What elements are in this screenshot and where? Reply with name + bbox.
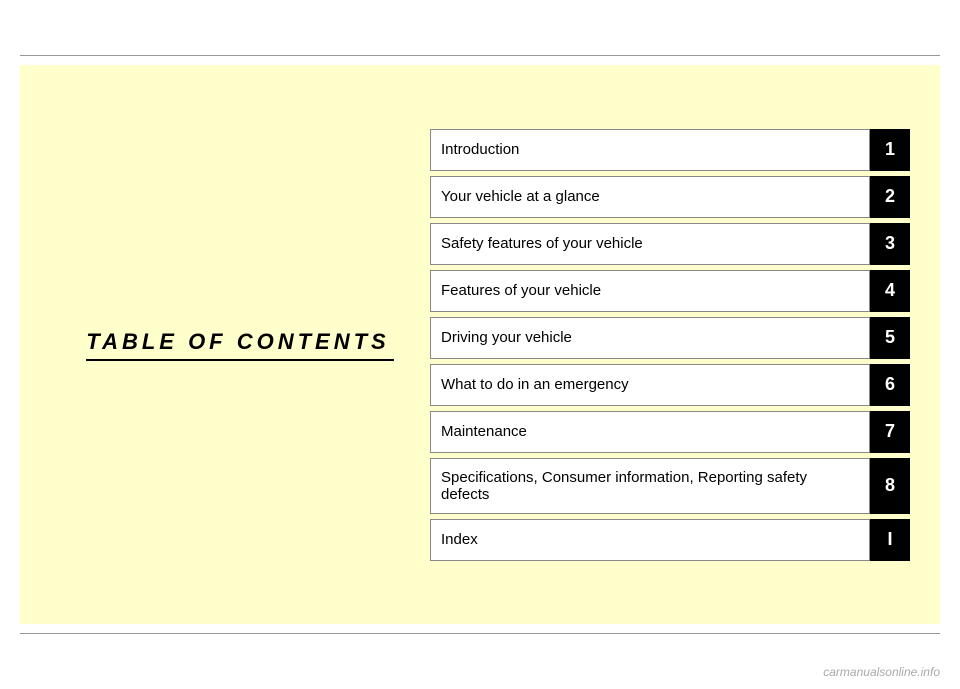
toc-item-label: Specifications, Consumer information, Re… [430, 458, 870, 514]
toc-item-number: 5 [870, 317, 910, 359]
bottom-divider [20, 633, 940, 634]
toc-title: TABLE OF CONTENTS [86, 329, 393, 361]
toc-item-number: 7 [870, 411, 910, 453]
toc-row[interactable]: Specifications, Consumer information, Re… [430, 458, 910, 514]
toc-item-label: Index [430, 519, 870, 561]
toc-row[interactable]: Your vehicle at a glance2 [430, 176, 910, 218]
toc-row[interactable]: Driving your vehicle5 [430, 317, 910, 359]
watermark: carmanualsonline.info [823, 665, 940, 679]
left-panel: TABLE OF CONTENTS [50, 329, 430, 361]
toc-item-number: I [870, 519, 910, 561]
toc-item-number: 4 [870, 270, 910, 312]
toc-item-label: Maintenance [430, 411, 870, 453]
toc-item-label: Your vehicle at a glance [430, 176, 870, 218]
toc-item-label: What to do in an emergency [430, 364, 870, 406]
toc-item-label: Safety features of your vehicle [430, 223, 870, 265]
toc-item-number: 3 [870, 223, 910, 265]
toc-item-number: 8 [870, 458, 910, 514]
toc-row[interactable]: Maintenance7 [430, 411, 910, 453]
toc-item-number: 1 [870, 129, 910, 171]
top-divider [20, 55, 940, 56]
toc-row[interactable]: IndexI [430, 519, 910, 561]
toc-item-number: 6 [870, 364, 910, 406]
main-content-area: TABLE OF CONTENTS Introduction1Your vehi… [20, 65, 940, 624]
toc-row[interactable]: What to do in an emergency6 [430, 364, 910, 406]
toc-row[interactable]: Safety features of your vehicle3 [430, 223, 910, 265]
toc-row[interactable]: Features of your vehicle4 [430, 270, 910, 312]
toc-item-number: 2 [870, 176, 910, 218]
toc-item-label: Driving your vehicle [430, 317, 870, 359]
toc-list: Introduction1Your vehicle at a glance2Sa… [430, 129, 910, 561]
toc-item-label: Introduction [430, 129, 870, 171]
toc-row[interactable]: Introduction1 [430, 129, 910, 171]
toc-item-label: Features of your vehicle [430, 270, 870, 312]
